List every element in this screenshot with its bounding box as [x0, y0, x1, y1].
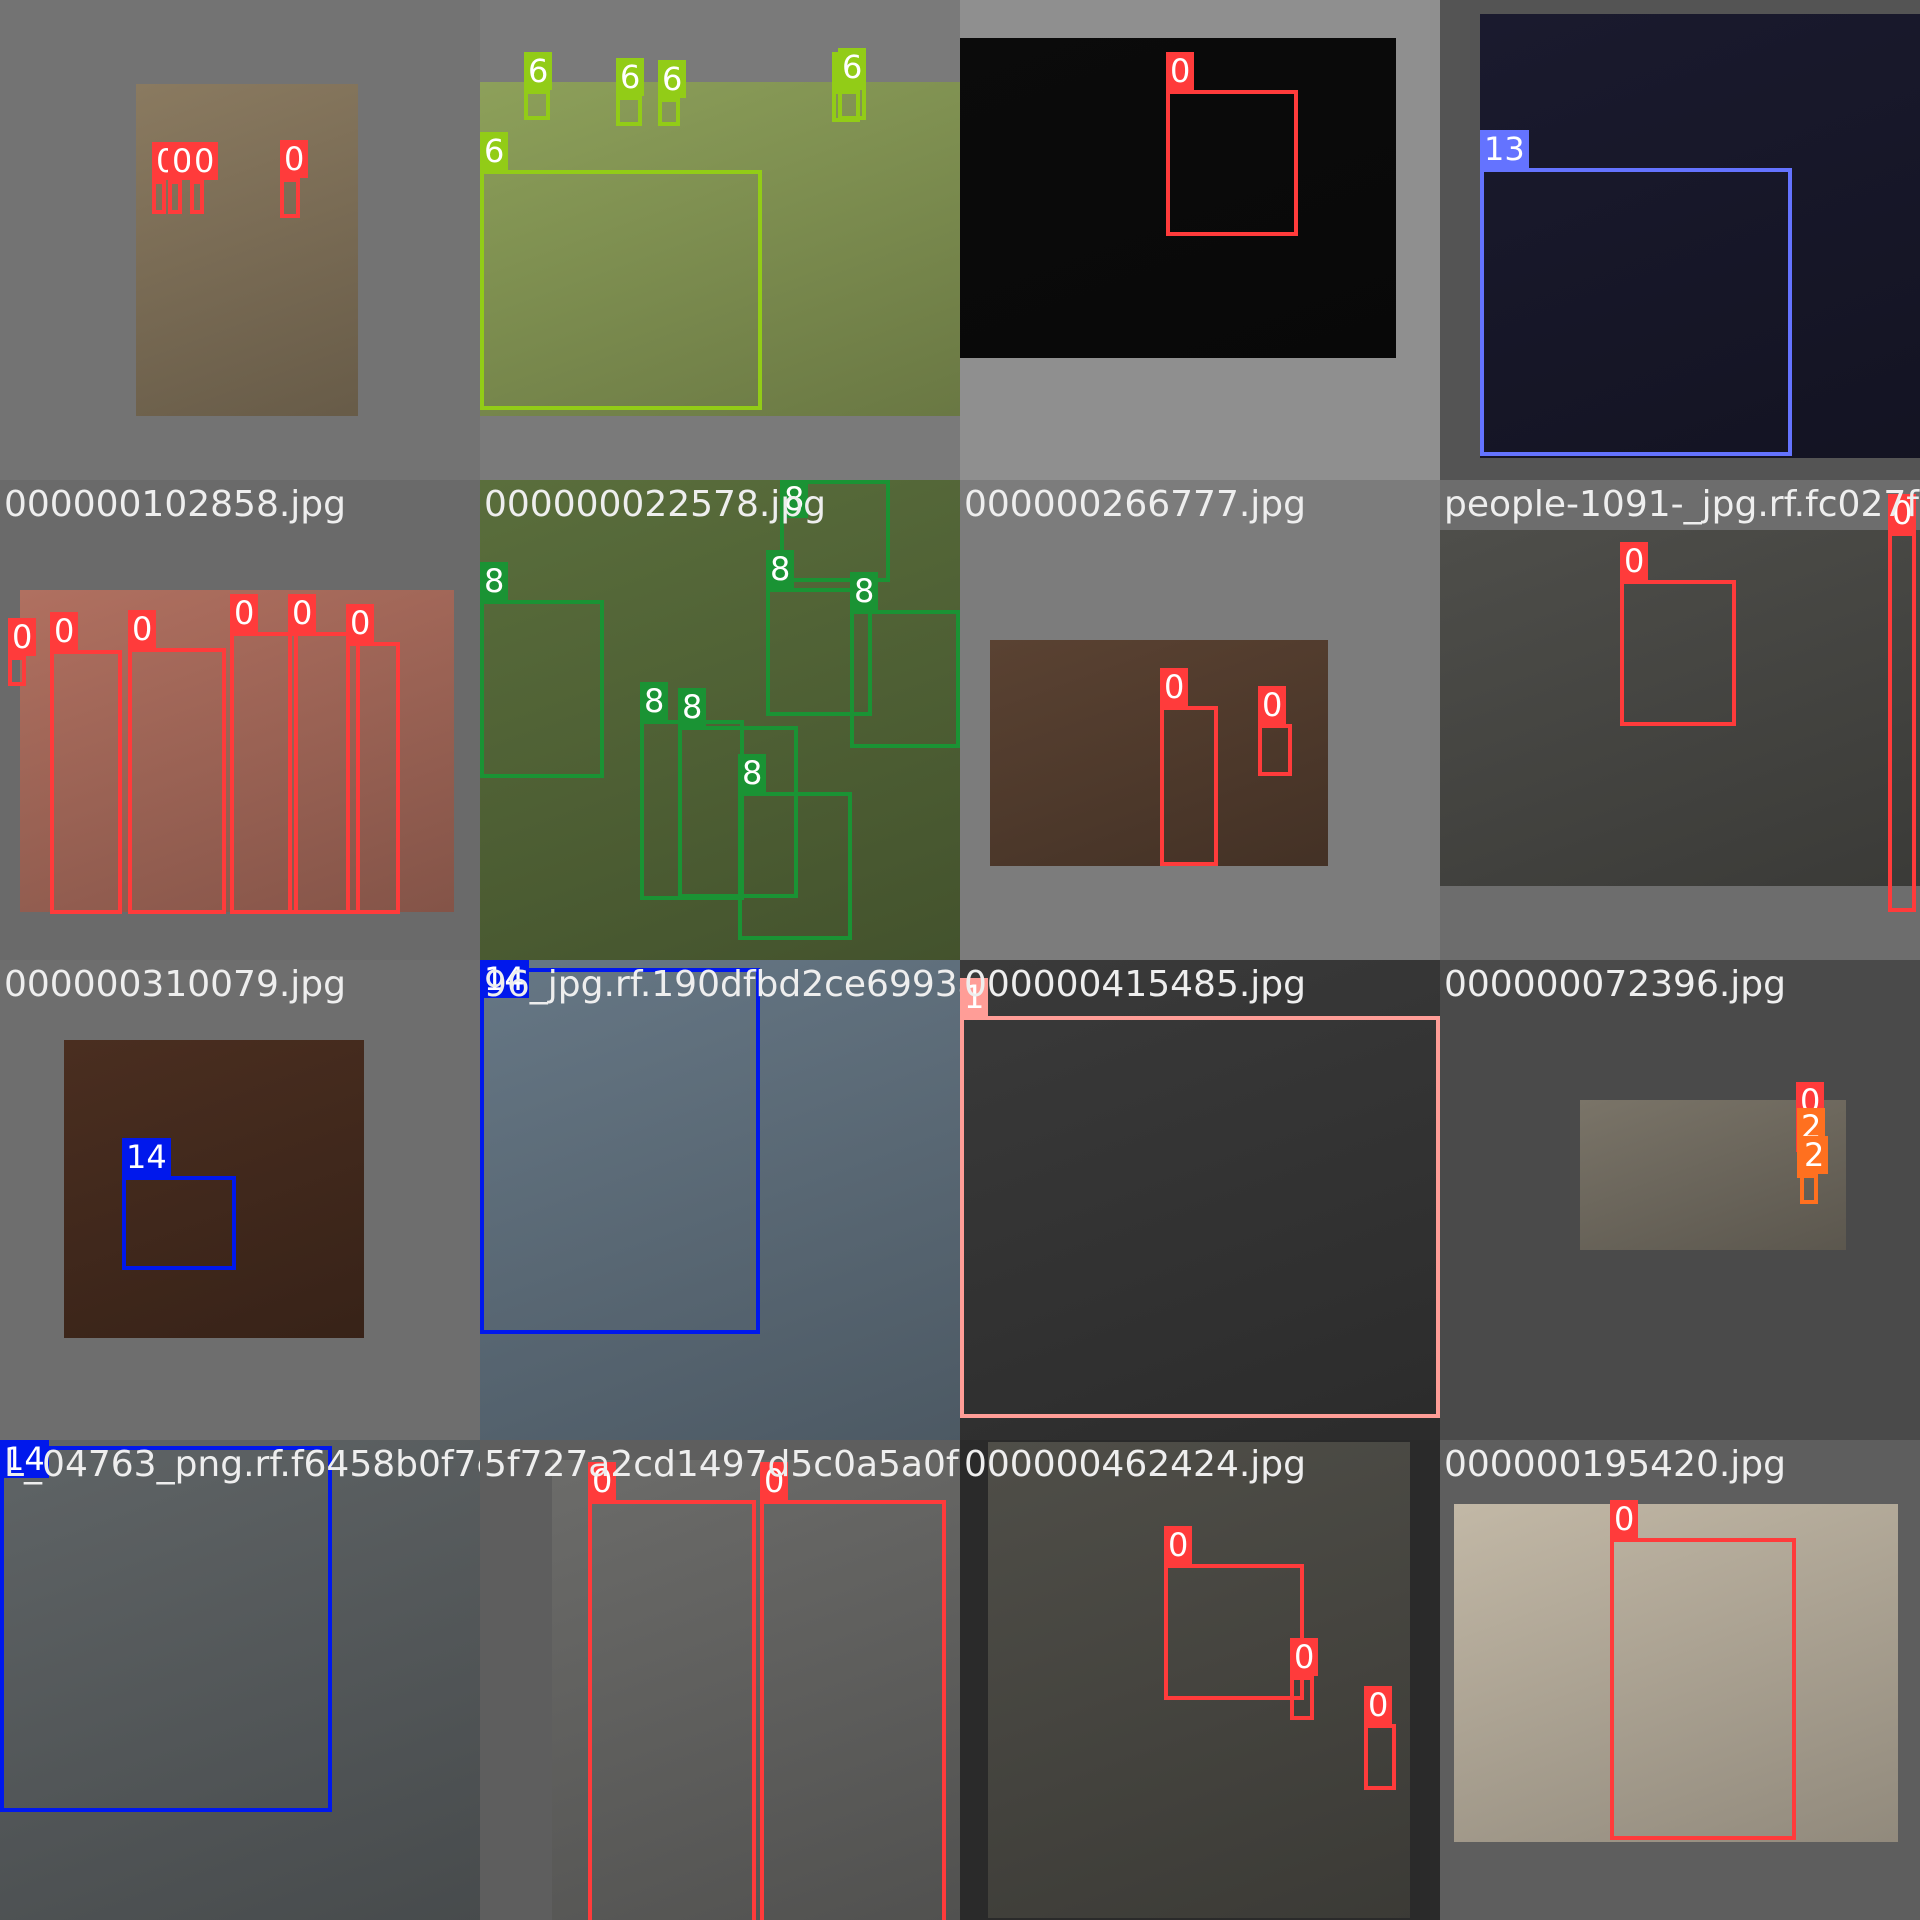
mosaic-tile: 005f727a2cd1497d5c0a5a0fd22be [480, 1440, 960, 1920]
detection-box [1480, 168, 1792, 456]
mosaic-tile: 14 000000310079.jpg [0, 960, 480, 1440]
detection-box [524, 90, 550, 120]
mosaic-tile: 14 L_04763_png.rf.f6458b0f7c3 [0, 1440, 480, 1920]
detection-box [738, 792, 852, 940]
filename-caption: 000000415485.jpg [964, 964, 1306, 1005]
mosaic-tile: 666666 [480, 0, 960, 480]
class-label: 0 [1160, 668, 1189, 706]
class-label: 0 [346, 604, 375, 642]
mosaic-tile: 0 0 000000266777.jpg [960, 480, 1440, 960]
filename-caption: 96_jpg.rf.190dfbd2ce6993a5 [484, 964, 960, 1005]
filename-caption: people-1091-_jpg.rf.fc027f46 [1444, 484, 1920, 525]
detection-box [190, 180, 204, 214]
mosaic-tile: 0 [960, 0, 1440, 480]
detection-box [1800, 1174, 1818, 1204]
filename-caption: 000000266777.jpg [964, 484, 1306, 525]
detection-box [168, 180, 182, 214]
detection-box [850, 610, 960, 748]
detection-box [480, 170, 762, 410]
detection-box [480, 600, 604, 778]
mosaic-tile: 14 96_jpg.rf.190dfbd2ce6993a5 [480, 960, 960, 1440]
class-label: 13 [1480, 130, 1529, 168]
detection-box [616, 96, 642, 126]
filename-caption: 000000462424.jpg [964, 1444, 1306, 1485]
class-label: 6 [658, 60, 687, 98]
detection-box [8, 656, 26, 686]
class-label: 0 [1258, 686, 1287, 724]
detection-box [1610, 1538, 1796, 1840]
detection-box [760, 1500, 946, 1920]
class-label: 8 [766, 550, 795, 588]
class-label: 8 [738, 754, 767, 792]
mosaic-tile: 0 000000195420.jpg [1440, 1440, 1920, 1920]
class-label: 2 [1800, 1136, 1829, 1174]
tile-photo [136, 84, 358, 416]
detection-box [128, 648, 226, 914]
class-label: 0 [230, 594, 259, 632]
class-label: 0 [1610, 1500, 1639, 1538]
class-label: 8 [678, 688, 707, 726]
filename-caption: 000000102858.jpg [4, 484, 346, 525]
class-label: 0 [8, 618, 37, 656]
mosaic-tile: 13 [1440, 0, 1920, 480]
filename-caption: 000000310079.jpg [4, 964, 346, 1005]
detection-box [122, 1176, 236, 1270]
class-label: 8 [640, 682, 669, 720]
detection-box [1290, 1676, 1314, 1720]
detection-box [1166, 90, 1298, 236]
filename-caption: 000000195420.jpg [1444, 1444, 1786, 1485]
detection-box [960, 1016, 1440, 1418]
detection-box [838, 86, 866, 120]
mosaic-tile: 1 000000415485.jpg [960, 960, 1440, 1440]
detection-box [480, 968, 760, 1334]
mosaic-tile: 0 0 0 000000462424.jpg [960, 1440, 1440, 1920]
class-label: 0 [288, 594, 317, 632]
detection-box [1888, 532, 1916, 912]
class-label: 0 [1364, 1686, 1393, 1724]
class-label: 6 [838, 48, 867, 86]
mosaic-tile: 8 8 8 8 8 8 8 000000022578.jpg [480, 480, 960, 960]
detection-box [1160, 706, 1218, 866]
class-label: 0 [190, 142, 219, 180]
detection-box [1364, 1724, 1396, 1790]
detection-box [346, 642, 400, 914]
filename-caption: 000000022578.jpg [484, 484, 826, 525]
class-label: 0 [1620, 542, 1649, 580]
class-label: 0 [50, 612, 79, 650]
detection-box [50, 650, 122, 914]
class-label: 6 [480, 132, 509, 170]
class-label: 0 [128, 610, 157, 648]
class-label: 0 [1290, 1638, 1319, 1676]
detection-box [1164, 1564, 1304, 1700]
class-label: 6 [524, 52, 553, 90]
class-label: 14 [122, 1138, 171, 1176]
filename-caption: 5f727a2cd1497d5c0a5a0fd22be [484, 1444, 960, 1485]
filename-caption: L_04763_png.rf.f6458b0f7c3 [4, 1444, 480, 1485]
detection-box [0, 1446, 332, 1812]
class-label: 8 [480, 562, 509, 600]
mosaic-tile: 0 0 people-1091-_jpg.rf.fc027f46 [1440, 480, 1920, 960]
class-label: 8 [850, 572, 879, 610]
detection-box [1620, 580, 1736, 726]
detection-box [152, 180, 166, 214]
mosaic-tile: 0 2 2 000000072396.jpg [1440, 960, 1920, 1440]
detection-box [1258, 724, 1292, 776]
filename-caption: 000000072396.jpg [1444, 964, 1786, 1005]
class-label: 0 [1166, 52, 1195, 90]
mosaic-tile: 0 0 0 0 0 0 000000102858.jpg [0, 480, 480, 960]
detection-box [280, 178, 300, 218]
mosaic-grid: 0000666666013000000000000102858.jpg88888… [0, 0, 1920, 1920]
detection-box [588, 1500, 756, 1920]
class-label: 6 [616, 58, 645, 96]
class-label: 0 [1164, 1526, 1193, 1564]
mosaic-tile: 0000 [0, 0, 480, 480]
class-label: 0 [280, 140, 309, 178]
detection-box [658, 98, 680, 126]
